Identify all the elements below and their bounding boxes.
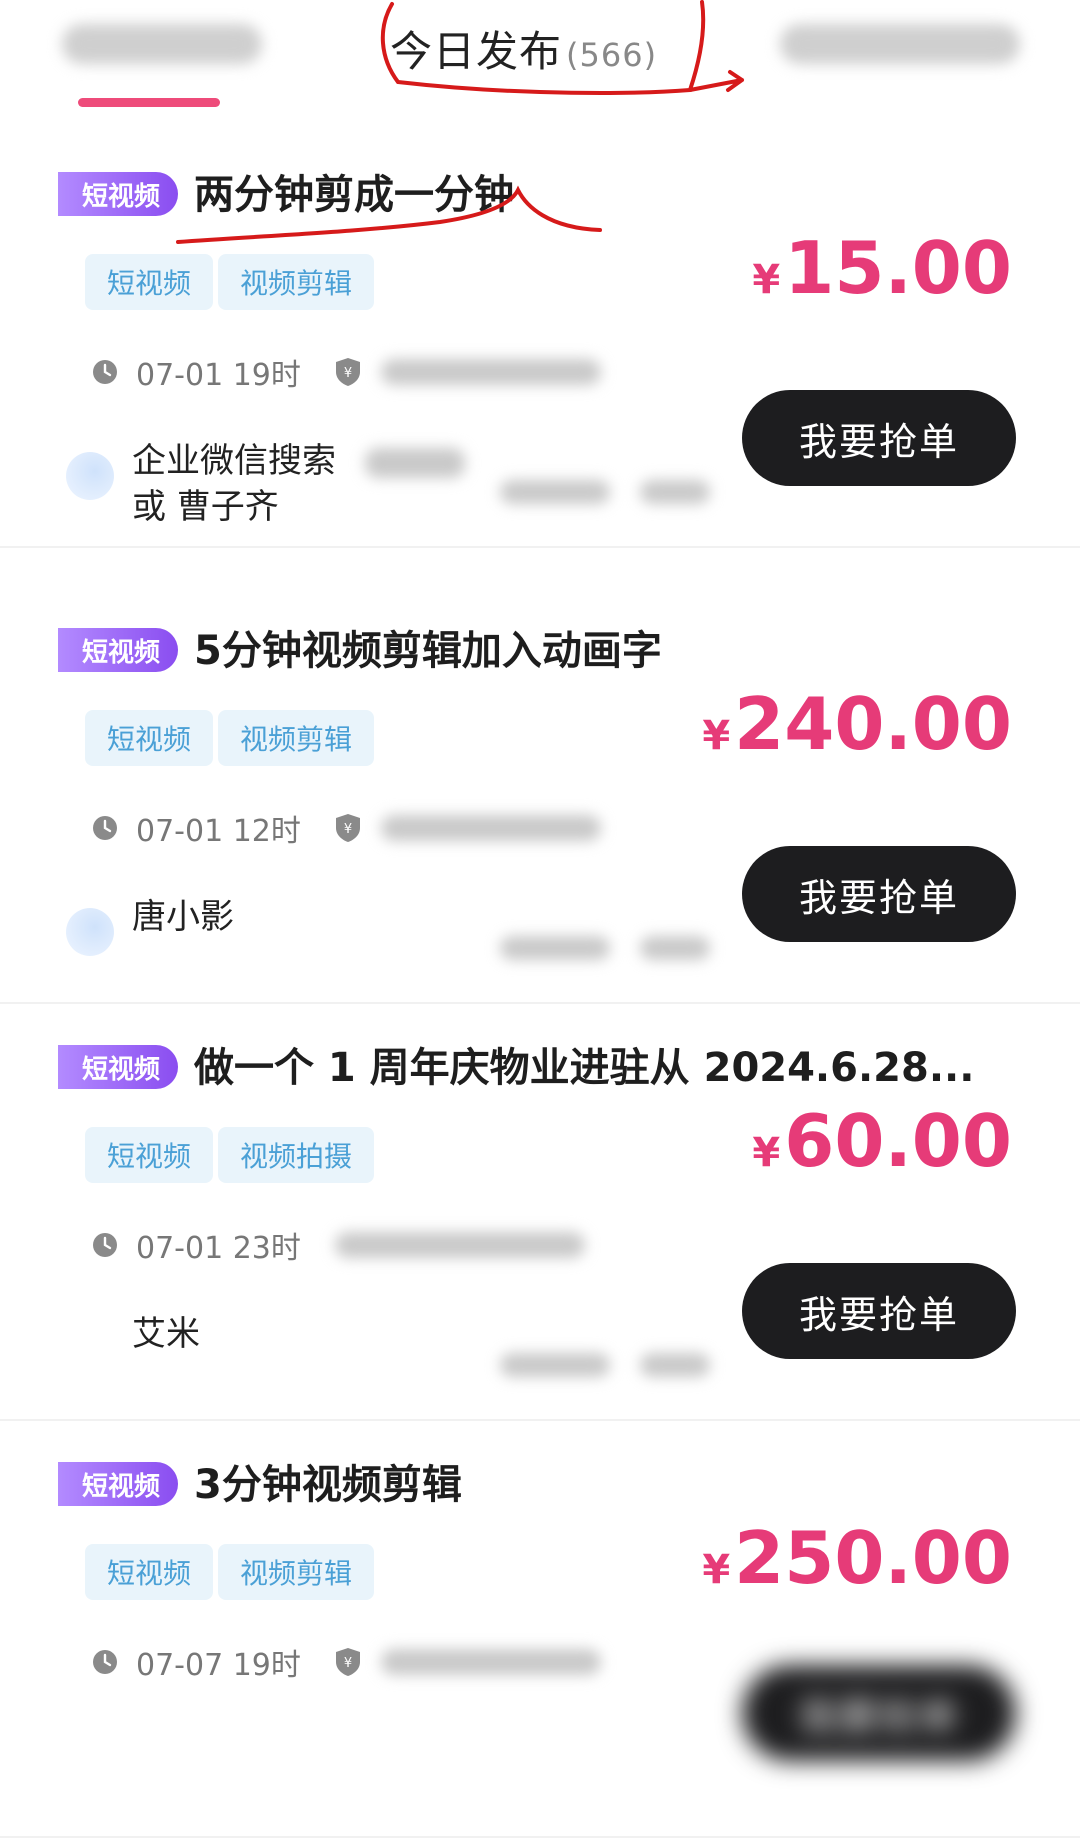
clock-icon (93, 1650, 117, 1674)
clock-icon (93, 360, 117, 384)
order-time: 07-01 19时 (136, 358, 301, 393)
blurred-stat (640, 480, 710, 504)
order-card[interactable]: 短视频 两分钟剪成一分钟 短视频 视频剪辑 ¥15.00 07-01 19时 ¥… (0, 130, 1080, 548)
order-tag: 短视频 (85, 1544, 214, 1600)
order-time: 07-07 19时 (136, 1648, 301, 1683)
svg-text:¥: ¥ (344, 822, 352, 837)
svg-text:¥: ¥ (344, 1656, 352, 1671)
order-price: ¥250.00 (702, 1516, 1012, 1600)
order-price: ¥60.00 (752, 1099, 1012, 1183)
order-tag: 视频剪辑 (218, 1544, 375, 1600)
order-tag: 视频剪辑 (218, 254, 375, 310)
blurred-info (380, 1649, 601, 1675)
currency-symbol: ¥ (702, 1547, 731, 1593)
tab-active-indicator (78, 98, 220, 107)
grab-order-button[interactable]: 我要抢单 (742, 846, 1016, 942)
order-meta: 07-07 19时 ¥ (92, 1642, 601, 1683)
shield-yen-icon: ¥ (335, 814, 360, 842)
price-amount: 15.00 (784, 226, 1012, 310)
price-amount: 60.00 (784, 1099, 1012, 1183)
order-title: 做一个 1 周年庆物业进驻从 2024.6.28... (194, 1045, 975, 1091)
category-badge: 短视频 (58, 172, 178, 216)
shield-yen-icon: ¥ (335, 1648, 360, 1676)
order-title: 5分钟视频剪辑加入动画字 (194, 628, 662, 674)
order-meta: 07-01 23时 (92, 1225, 585, 1266)
order-time: 07-01 12时 (136, 814, 301, 849)
blurred-stat (500, 480, 610, 504)
order-title: 3分钟视频剪辑 (194, 1462, 462, 1508)
order-title: 两分钟剪成一分钟 (194, 172, 514, 218)
order-tag: 短视频 (85, 254, 214, 310)
order-tag: 短视频 (85, 1127, 214, 1183)
price-amount: 240.00 (734, 682, 1012, 766)
order-meta: 07-01 12时 ¥ (92, 808, 601, 849)
blurred-stat (640, 1353, 710, 1377)
blurred-stat (640, 936, 710, 960)
blurred-publisher-extra (365, 448, 465, 478)
order-card[interactable]: 短视频 做一个 1 周年庆物业进驻从 2024.6.28... 短视频 视频拍摄… (0, 1003, 1080, 1421)
svg-text:¥: ¥ (344, 366, 352, 381)
avatar (66, 908, 114, 956)
clock-icon (93, 1233, 117, 1257)
tab-today-published[interactable]: 今日发布 (566) (390, 18, 657, 79)
price-amount: 250.00 (734, 1516, 1012, 1600)
order-tag: 视频剪辑 (218, 710, 375, 766)
grab-order-button[interactable]: 我要抢单 (742, 1263, 1016, 1359)
category-badge: 短视频 (58, 1462, 178, 1506)
blurred-info (380, 815, 601, 841)
order-price: ¥240.00 (702, 682, 1012, 766)
blurred-info (380, 359, 601, 385)
tab-left-blurred[interactable] (62, 24, 262, 64)
order-meta: 07-01 19时 ¥ (92, 352, 601, 393)
order-card[interactable]: 短视频 5分钟视频剪辑加入动画字 短视频 视频剪辑 ¥240.00 07-01 … (0, 586, 1080, 1004)
clock-icon (93, 816, 117, 840)
currency-symbol: ¥ (752, 1130, 781, 1176)
shield-yen-icon: ¥ (335, 358, 360, 386)
category-badge: 短视频 (58, 628, 178, 672)
tab-today-count: (566) (566, 36, 658, 74)
currency-symbol: ¥ (702, 713, 731, 759)
order-price: ¥15.00 (752, 226, 1012, 310)
order-tag: 视频拍摄 (218, 1127, 375, 1183)
tab-today-label: 今日发布 (390, 27, 563, 76)
grab-order-button[interactable]: 我要抢单 (742, 390, 1016, 486)
category-badge: 短视频 (58, 1045, 178, 1089)
publisher-name: 艾米 (132, 1314, 200, 1354)
blurred-stat (500, 1353, 610, 1377)
blurred-stat (500, 936, 610, 960)
publisher-name: 企业微信搜索或 曹子齐 (132, 441, 336, 527)
blurred-info (334, 1232, 585, 1258)
order-time: 07-01 23时 (136, 1231, 301, 1266)
order-tag: 短视频 (85, 710, 214, 766)
tab-right-blurred[interactable] (780, 24, 1020, 64)
currency-symbol: ¥ (752, 257, 781, 303)
publisher-name: 唐小影 (132, 897, 234, 937)
top-tab-bar: 今日发布 (566) (0, 0, 1080, 120)
order-card[interactable]: 短视频 3分钟视频剪辑 短视频 视频剪辑 ¥250.00 07-07 19时 ¥… (0, 1420, 1080, 1838)
avatar (66, 452, 114, 500)
grab-order-button[interactable]: 我要抢单 (742, 1665, 1016, 1761)
